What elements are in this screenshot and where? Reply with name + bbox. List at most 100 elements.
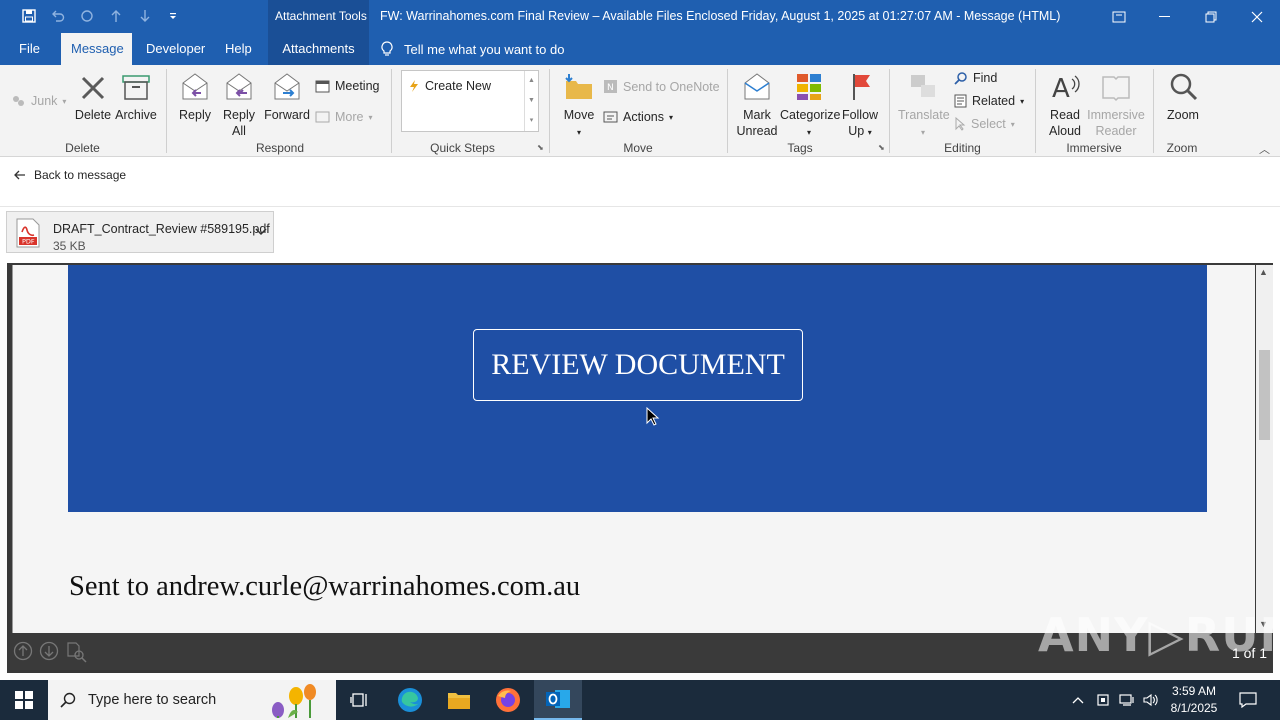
attachment-name: DRAFT_Contract_Review #589195.pdf [53, 222, 270, 236]
quick-steps-gallery[interactable]: Create New ▲ ▼ ▾ [401, 70, 539, 132]
file-explorer-taskbar-button[interactable] [435, 680, 483, 720]
quick-step-create-new[interactable]: Create New [408, 79, 491, 93]
edge-icon [398, 688, 422, 712]
next-page-icon[interactable] [39, 641, 59, 661]
reply-all-button[interactable]: Reply All [220, 71, 258, 139]
immersive-reader-button[interactable]: Immersive Reader [1086, 71, 1146, 139]
zoom-magnifier-icon [1170, 73, 1198, 101]
restore-button[interactable] [1188, 0, 1234, 33]
previous-item-icon[interactable] [106, 6, 126, 26]
taskbar-clock[interactable]: 3:59 AM 8/1/2025 [1164, 683, 1224, 717]
collapse-ribbon-icon[interactable]: ︿ [1259, 141, 1270, 157]
arrow-left-icon [14, 170, 25, 180]
next-item-icon[interactable] [135, 6, 155, 26]
preview-vertical-scrollbar[interactable]: ▲ ▼ [1256, 265, 1273, 633]
lightning-icon [410, 80, 418, 92]
edge-taskbar-button[interactable] [386, 680, 434, 720]
chevron-down-icon[interactable] [255, 228, 267, 236]
tab-message[interactable]: Message [61, 33, 132, 65]
related-button[interactable]: Related ▾ [954, 94, 1024, 108]
separator [549, 69, 550, 153]
read-aloud-button[interactable]: A Read Aloud [1044, 71, 1086, 139]
meet-now-tray-icon[interactable] [1091, 680, 1115, 720]
delete-button[interactable]: Delete [74, 73, 112, 123]
firefox-taskbar-button[interactable] [484, 680, 532, 720]
respond-group-label: Respond [255, 141, 305, 155]
tab-file[interactable]: File [9, 33, 50, 65]
sent-to-text: Sent to andrew.curle@warrinahomes.com.au [69, 571, 581, 602]
window-title: FW: Warrinahomes.com Final Review – Avai… [380, 9, 1061, 23]
attachment-chip[interactable]: PDF DRAFT_Contract_Review #589195.pdf 35… [6, 211, 274, 253]
previous-page-icon[interactable] [13, 641, 33, 661]
move-folder-icon [565, 74, 592, 99]
select-button[interactable]: Select ▾ [954, 117, 1015, 131]
attachment-bar: PDF DRAFT_Contract_Review #589195.pdf 35… [0, 207, 1280, 263]
anyrun-watermark: ANY▷RUN [1038, 608, 1280, 662]
zoom-group-label: Zoom [1166, 141, 1198, 155]
ribbon-tab-bar: File Message Developer Help Attachments … [0, 33, 1280, 65]
windows-logo-icon [15, 691, 33, 709]
categorize-button[interactable]: Categorize ▾ [780, 71, 840, 141]
tab-help[interactable]: Help [215, 33, 262, 65]
scrollbar-thumb[interactable] [1259, 350, 1270, 440]
windows-taskbar: Type here to search 3:59 AM 8/1/2025 [0, 680, 1280, 720]
reply-icon [182, 73, 208, 100]
archive-button[interactable]: Archive [114, 73, 158, 123]
delete-group-label: Delete [65, 141, 100, 155]
junk-button[interactable]: Junk ▾ [10, 93, 66, 109]
meeting-icon [315, 80, 330, 93]
outlook-taskbar-button[interactable] [534, 680, 582, 720]
chevron-up-icon [1072, 697, 1084, 704]
tab-developer[interactable]: Developer [136, 33, 215, 65]
pdf-file-icon: PDF [16, 218, 40, 248]
start-button[interactable] [0, 680, 48, 720]
quick-steps-scrollbar[interactable]: ▲ ▼ ▾ [524, 71, 538, 131]
close-button[interactable] [1234, 0, 1280, 33]
taskbar-search-box[interactable]: Type here to search [48, 680, 336, 720]
volume-tray-icon[interactable] [1139, 680, 1163, 720]
more-respond-button[interactable]: More ▾ [315, 110, 373, 124]
follow-up-button[interactable]: Follow Up ▾ [840, 71, 880, 141]
find-button[interactable]: Find [954, 71, 997, 85]
save-icon[interactable] [19, 6, 39, 26]
tell-me-search[interactable]: Tell me what you want to do [380, 33, 564, 65]
more-icon [315, 111, 330, 123]
tab-attachments[interactable]: Attachments [268, 33, 369, 65]
actions-button[interactable]: Actions ▾ [603, 110, 673, 124]
network-icon [1119, 694, 1134, 706]
forward-button[interactable]: Forward [263, 71, 311, 123]
task-view-icon [350, 693, 367, 707]
notifications-button[interactable] [1226, 680, 1270, 720]
customize-qat-icon[interactable] [163, 6, 183, 26]
redo-icon[interactable] [77, 6, 97, 26]
folder-icon [448, 693, 470, 709]
move-button[interactable]: Move ▾ [560, 71, 598, 141]
zoom-button[interactable]: Zoom [1162, 71, 1204, 123]
reply-button[interactable]: Reply [176, 71, 214, 123]
mark-unread-button[interactable]: Mark Unread [735, 71, 779, 139]
attachment-size: 35 KB [53, 239, 86, 253]
minimize-button[interactable] [1142, 0, 1188, 33]
ribbon-display-options-button[interactable] [1096, 0, 1142, 33]
show-hidden-icons-button[interactable] [1066, 680, 1090, 720]
meeting-button[interactable]: Meeting [315, 79, 379, 93]
tags-dialog-launcher[interactable]: ⬊ [878, 143, 885, 152]
review-document-button[interactable]: REVIEW DOCUMENT [473, 329, 803, 401]
find-in-document-icon[interactable] [65, 641, 87, 663]
back-to-message-link[interactable]: Back to message [14, 168, 126, 182]
separator [1153, 69, 1154, 153]
forward-icon [274, 73, 300, 100]
undo-icon[interactable] [48, 6, 68, 26]
task-view-button[interactable] [336, 680, 384, 720]
network-tray-icon[interactable] [1115, 680, 1139, 720]
actions-icon [603, 111, 618, 123]
delete-icon [81, 76, 105, 100]
ribbon: Junk ▾ Delete Archive Delete Reply Reply… [0, 65, 1280, 157]
find-icon [954, 72, 967, 85]
translate-button[interactable]: Translate ▾ [898, 71, 950, 141]
send-to-onenote-button[interactable]: N Send to OneNote [603, 79, 720, 94]
notification-icon [1239, 692, 1257, 708]
title-bar: Attachment Tools FW: Warrinahomes.com Fi… [0, 0, 1280, 65]
quick-steps-dialog-launcher[interactable]: ⬊ [537, 143, 544, 152]
scroll-up-arrow-icon[interactable]: ▲ [1259, 267, 1268, 277]
